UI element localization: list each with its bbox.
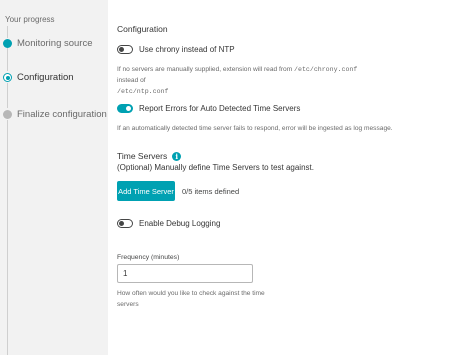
chrony-help-middle: instead of: [117, 77, 146, 84]
debug-toggle-label: Enable Debug Logging: [139, 219, 221, 228]
frequency-help-line: servers: [117, 301, 139, 308]
step-connector: [7, 83, 8, 108]
time-servers-title: Time Servers: [117, 151, 168, 161]
add-time-server-button[interactable]: Add Time Server: [117, 181, 175, 201]
chrony-help-text: If no servers are manually supplied, ext…: [117, 64, 367, 97]
step-label: Monitoring source: [17, 38, 93, 49]
debug-toggle-row[interactable]: Enable Debug Logging: [117, 219, 220, 228]
report-errors-help-text: If an automatically detected time server…: [117, 125, 393, 132]
frequency-input[interactable]: [117, 264, 253, 283]
chrony-toggle-row[interactable]: Use chrony instead of NTP: [117, 45, 235, 54]
chrony-toggle[interactable]: [117, 45, 133, 54]
report-errors-toggle-label: Report Errors for Auto Detected Time Ser…: [139, 104, 301, 113]
time-servers-description: (Optional) Manually define Time Servers …: [117, 163, 314, 172]
frequency-help-text: How often would you like to check agains…: [117, 288, 265, 310]
chrony-path: /etc/chrony.conf: [294, 66, 358, 73]
step-finalize-configuration[interactable]: Finalize configuration: [3, 109, 107, 120]
info-icon[interactable]: i: [172, 151, 182, 161]
step-pending-icon: [3, 110, 12, 119]
step-label: Finalize configuration: [17, 109, 107, 120]
frequency-label: Frequency (minutes): [117, 254, 180, 261]
ntp-path: /etc/ntp.conf: [117, 88, 169, 95]
configuration-panel: Configuration Use chrony instead of NTP …: [108, 0, 474, 355]
report-errors-toggle[interactable]: [117, 104, 133, 113]
frequency-help-line: How often would you like to check agains…: [117, 290, 265, 297]
step-connector: [7, 48, 8, 71]
chrony-toggle-label: Use chrony instead of NTP: [139, 45, 235, 54]
time-servers-heading: Time Servers i: [117, 151, 182, 161]
step-connector: [7, 26, 8, 38]
step-connector: [7, 120, 8, 355]
section-title: Configuration: [117, 24, 168, 34]
chrony-help-prefix: If no servers are manually supplied, ext…: [117, 66, 293, 73]
step-done-icon: [3, 39, 12, 48]
step-current-icon: [3, 73, 12, 82]
step-monitoring-source[interactable]: Monitoring source: [3, 38, 93, 49]
step-label: Configuration: [17, 72, 74, 83]
step-configuration[interactable]: Configuration: [3, 72, 74, 83]
report-errors-toggle-row[interactable]: Report Errors for Auto Detected Time Ser…: [117, 104, 300, 113]
progress-title: Your progress: [5, 15, 55, 24]
progress-sidebar: Your progress Monitoring source Configur…: [0, 0, 108, 355]
items-defined-count: 0/5 items defined: [182, 187, 240, 196]
debug-toggle[interactable]: [117, 219, 133, 228]
